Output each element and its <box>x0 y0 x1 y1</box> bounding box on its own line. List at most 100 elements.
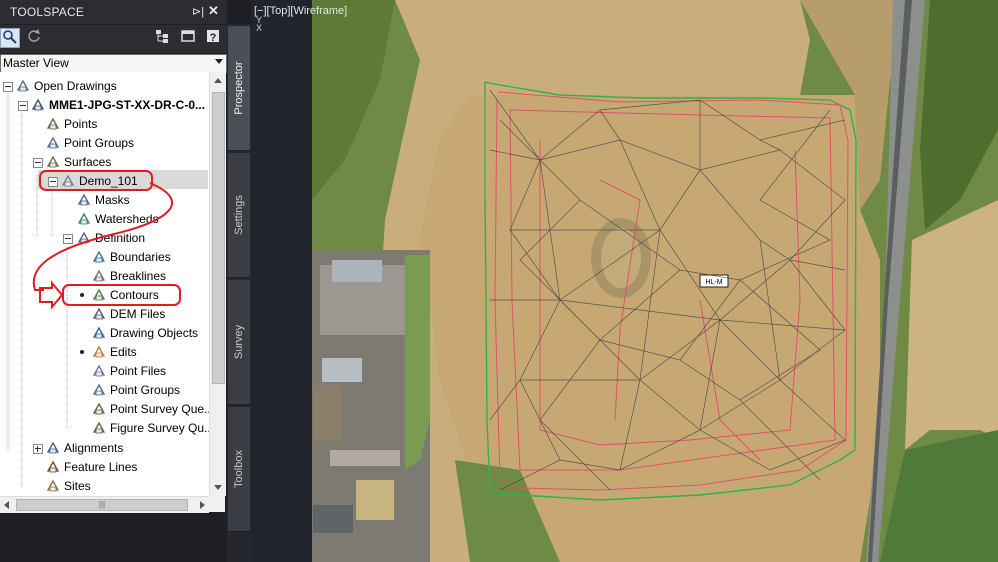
view-select[interactable]: Master View <box>0 54 227 73</box>
tree-item[interactable]: Figure Survey Qu... <box>0 419 209 438</box>
scroll-thumb[interactable] <box>212 92 225 384</box>
scroll-down-arrow-icon[interactable] <box>214 485 222 490</box>
tab-prospector-label: Prospector <box>233 61 245 115</box>
tab-survey[interactable]: Survey <box>228 280 250 405</box>
tree-item[interactable]: Definition <box>0 229 209 248</box>
tree-item[interactable]: Alignments <box>0 439 209 458</box>
tree-item[interactable]: Point Groups <box>0 134 209 153</box>
tree-item[interactable]: Point Files <box>0 362 209 381</box>
figure-query-icon <box>92 421 106 434</box>
watersheds-icon <box>77 212 91 225</box>
tree-item-label: Masks <box>95 193 130 207</box>
tree-vertical-scrollbar[interactable] <box>209 72 226 496</box>
toolspace-tab-strip: Prospector Settings Survey Toolbox <box>227 24 251 562</box>
scroll-up-arrow-icon[interactable] <box>214 78 222 83</box>
tree-item[interactable]: Demo_101 <box>0 172 209 191</box>
hscroll-thumb[interactable]: ||| <box>16 499 188 511</box>
tree-item-label: Feature Lines <box>64 460 138 474</box>
tree-item[interactable]: DEM Files <box>0 305 209 324</box>
tree-item-label: DEM Files <box>110 307 166 321</box>
tree-item[interactable]: Sites <box>0 477 209 496</box>
help-icon[interactable]: ? <box>203 28 223 48</box>
tree-item[interactable]: Feature Lines <box>0 458 209 477</box>
tree-horizontal-scrollbar[interactable]: ||| <box>0 496 209 513</box>
view-select-value: Master View <box>3 56 69 70</box>
tree-item-label: Edits <box>110 345 137 359</box>
toolspace-titlebar[interactable]: TOOLSPACE ⊳| ✕ <box>0 0 227 24</box>
tab-prospector[interactable]: Prospector <box>228 26 250 151</box>
tree-item-label: Drawing Objects <box>110 326 199 340</box>
close-icon[interactable]: ✕ <box>208 3 219 19</box>
tree-item[interactable]: Edits <box>0 343 209 362</box>
tree-item-label: Figure Survey Qu... <box>110 421 209 435</box>
chevron-down-icon[interactable] <box>215 59 223 64</box>
point-groups-icon <box>46 136 60 149</box>
has-items-indicator-icon <box>80 350 84 354</box>
viewport-controls-label[interactable]: [−][Top][Wireframe] <box>254 5 347 17</box>
scroll-right-arrow-icon[interactable] <box>200 501 205 509</box>
aerial-map-viewport[interactable]: HL-M <box>312 0 998 562</box>
tree-item-label: Boundaries <box>110 250 171 264</box>
tree-item[interactable]: Drawing Objects <box>0 324 209 343</box>
tree-item-label: Definition <box>95 231 146 245</box>
tree-item[interactable]: Open Drawings <box>0 77 209 96</box>
viewport-background <box>251 0 312 562</box>
points-icon <box>46 117 60 130</box>
tree-item-label: Point Survey Que... <box>110 402 209 416</box>
collapse-toggle-icon[interactable] <box>63 234 73 244</box>
collapse-toggle-icon[interactable] <box>48 177 58 187</box>
drawing-icon <box>31 98 45 111</box>
alignments-icon <box>46 441 60 454</box>
help-label: ? <box>209 32 217 44</box>
tree-item[interactable]: Points <box>0 115 209 134</box>
tree-item-label: MME1-JPG-ST-XX-DR-C-0... <box>49 98 206 112</box>
boundaries-icon <box>92 250 106 263</box>
toolspace-title: TOOLSPACE <box>10 5 85 19</box>
toolspace-toolbar: ? <box>0 25 227 53</box>
tree-item[interactable]: Boundaries <box>0 248 209 267</box>
autohide-pin-icon[interactable]: ⊳| <box>192 5 204 18</box>
surface-tag-label: HL-M <box>705 279 722 286</box>
dem-files-icon <box>92 307 106 320</box>
tree-item[interactable]: Point Survey Que... <box>0 400 209 419</box>
collapse-toggle-icon[interactable] <box>3 82 13 92</box>
tree-item-label: Demo_101 <box>79 174 138 188</box>
tree-layout-icon[interactable] <box>152 28 172 48</box>
prospector-view-icon[interactable] <box>0 28 20 48</box>
breaklines-icon <box>92 269 106 282</box>
tab-settings[interactable]: Settings <box>228 153 250 278</box>
collapse-toggle-icon[interactable] <box>33 158 43 168</box>
expand-toggle-icon[interactable] <box>33 444 43 454</box>
tab-toolbox-label: Toolbox <box>233 450 245 488</box>
tree-item[interactable]: Contours <box>0 286 209 305</box>
survey-query-icon <box>92 402 106 415</box>
drawing-objects-icon <box>92 326 106 339</box>
tree-item-label: Point Files <box>110 364 167 378</box>
scroll-corner <box>209 496 225 512</box>
masks-icon <box>77 193 91 206</box>
refresh-icon[interactable] <box>24 28 44 48</box>
tree-item[interactable]: MME1-JPG-ST-XX-DR-C-0... <box>0 96 209 115</box>
feature-lines-icon <box>46 460 60 473</box>
tree-item[interactable]: Point Groups <box>0 381 209 400</box>
map-background: HL-M <box>312 0 998 562</box>
drawings-folder-icon <box>16 79 30 92</box>
tree-item-label: Point Groups <box>64 136 135 150</box>
panel-icon[interactable] <box>178 28 198 48</box>
tree-item[interactable]: Masks <box>0 191 209 210</box>
scroll-left-arrow-icon[interactable] <box>4 501 9 509</box>
ucs-icon: YX <box>256 16 262 33</box>
tree-item-label: Surfaces <box>64 155 112 169</box>
collapse-toggle-icon[interactable] <box>18 101 28 111</box>
tree-item[interactable]: Breaklines <box>0 267 209 286</box>
point-files-icon <box>92 364 106 377</box>
tree-item-label: Contours <box>110 288 159 302</box>
tab-survey-label: Survey <box>233 324 245 360</box>
tree-item[interactable]: Watersheds <box>0 210 209 229</box>
tab-toolbox[interactable]: Toolbox <box>228 407 250 532</box>
sites-icon <box>46 479 60 492</box>
tree-item-label: Point Groups <box>110 383 181 397</box>
tree-item-label: Breaklines <box>110 269 167 283</box>
tree-item[interactable]: Surfaces <box>0 153 209 172</box>
contours-icon <box>92 288 106 301</box>
